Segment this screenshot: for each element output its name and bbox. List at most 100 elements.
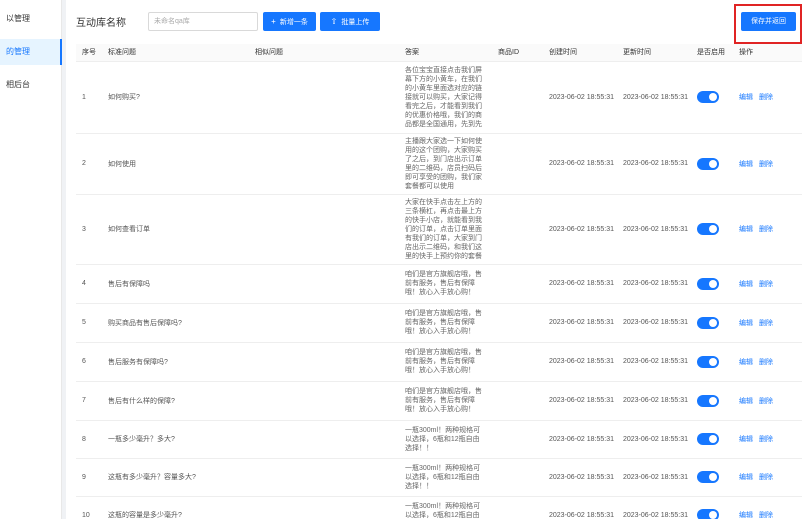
table-row: 3 如何查看订单 大家在快手点击左上方的三条横杠，再点击最上方的快手小店，就能看到我…: [76, 194, 802, 265]
row-created: 2023-06-02 18:55:31: [543, 496, 617, 519]
enabled-toggle[interactable]: [697, 157, 719, 170]
delete-link[interactable]: 删除: [759, 281, 773, 288]
row-answer: 一瓶300ml！两种规格可以选择，6瓶和12瓶自由选择！！: [405, 464, 481, 490]
header-product-id: 商品ID: [492, 44, 543, 62]
row-question: 购买商品有售后保障吗?: [102, 303, 249, 343]
table-row: 1 如何购买? 各位宝宝直接点击我们屏幕下方的小黄车，在我们的小黄车里面选对应的链接…: [76, 61, 802, 134]
library-name-label: 互动库名称: [76, 18, 126, 29]
row-created: 2023-06-02 18:55:31: [543, 342, 617, 382]
table-row: 6 售后服务有保障吗? 咱们是官方旗舰店哦，售前有服务，售后有保障哦！放心入手放心购…: [76, 342, 802, 382]
sidebar-item-1[interactable]: 以管理: [0, 6, 62, 32]
edit-link[interactable]: 编辑: [739, 281, 753, 288]
enabled-toggle[interactable]: [697, 509, 719, 519]
delete-link[interactable]: 删除: [759, 398, 773, 405]
sidebar-item-3[interactable]: 相后台: [0, 72, 62, 98]
row-actions: 编辑 删除: [733, 303, 802, 343]
table-row: 4 售后有保障吗 咱们是官方旗舰店哦，售前有服务，售后有保障哦！放心入手放心购！ 20…: [76, 264, 802, 304]
row-answer: 各位宝宝直接点击我们屏幕下方的小黄车，在我们的小黄车里面选对应的链接就可以购买，…: [405, 66, 482, 128]
toolbar: 互动库名称 +新增一条 ⇧批量上传 保存并返回: [66, 0, 804, 44]
edit-link[interactable]: 编辑: [739, 320, 753, 327]
row-answer-cell: 大家在快手点击左上方的三条横杠，再点击最上方的快手小店，就能看到我们的订单，点击…: [399, 194, 492, 265]
row-product-id: [492, 342, 543, 382]
edit-link[interactable]: 编辑: [739, 94, 753, 101]
edit-link[interactable]: 编辑: [739, 161, 753, 168]
header-enabled: 是否启用: [691, 44, 733, 62]
row-product-id: [492, 458, 543, 497]
row-actions: 编辑 删除: [733, 61, 802, 134]
row-created: 2023-06-02 18:55:31: [543, 194, 617, 265]
row-index: 7: [76, 381, 102, 421]
enabled-toggle[interactable]: [697, 471, 719, 483]
delete-link[interactable]: 删除: [759, 474, 773, 481]
header-created: 创建时间: [543, 44, 617, 62]
row-index: 3: [76, 194, 102, 265]
edit-link[interactable]: 编辑: [739, 436, 753, 443]
enabled-toggle[interactable]: [697, 223, 719, 235]
row-actions: 编辑 删除: [733, 381, 802, 421]
row-index: 2: [76, 133, 102, 195]
row-question: 如何使用: [102, 133, 249, 195]
delete-link[interactable]: 删除: [759, 94, 773, 101]
row-enabled-cell: [691, 61, 733, 134]
delete-link[interactable]: 删除: [759, 320, 773, 327]
row-actions: 编辑 删除: [733, 133, 802, 195]
plus-icon: +: [271, 17, 276, 26]
edit-link[interactable]: 编辑: [739, 226, 753, 233]
header-index: 序号: [76, 44, 102, 62]
sidebar-item-2-active[interactable]: 的管理: [0, 39, 62, 65]
row-answer-cell: 一瓶300ml！两种规格可以选择，6瓶和12瓶自由选择！！: [399, 458, 492, 497]
row-product-id: [492, 264, 543, 304]
row-enabled-cell: [691, 496, 733, 519]
row-answer-cell: 咱们是官方旗舰店哦，售前有服务，售后有保障哦！放心入手放心购！: [399, 381, 492, 421]
row-created: 2023-06-02 18:55:31: [543, 61, 617, 134]
delete-link[interactable]: 删除: [759, 161, 773, 168]
row-actions: 编辑 删除: [733, 194, 802, 265]
edit-link[interactable]: 编辑: [739, 359, 753, 366]
row-similar: [249, 496, 399, 519]
delete-link[interactable]: 删除: [759, 359, 773, 366]
enabled-toggle[interactable]: [697, 91, 719, 103]
batch-upload-label: 批量上传: [341, 19, 370, 26]
row-product-id: [492, 194, 543, 265]
row-updated: 2023-06-02 18:55:31: [617, 303, 691, 343]
delete-link[interactable]: 删除: [759, 512, 773, 519]
enabled-toggle[interactable]: [697, 316, 719, 329]
row-enabled-cell: [691, 420, 733, 459]
row-actions: 编辑 删除: [733, 496, 802, 519]
row-question: 如何查看订单: [102, 194, 249, 265]
row-updated: 2023-06-02 18:55:31: [617, 264, 691, 304]
enabled-toggle[interactable]: [697, 355, 719, 368]
row-similar: [249, 194, 399, 265]
row-answer: 一瓶300ml！两种规格可以选择，6瓶和12瓶自由选择！！: [405, 502, 481, 519]
enabled-toggle[interactable]: [697, 433, 719, 445]
row-question: 售后服务有保障吗?: [102, 342, 249, 382]
row-enabled-cell: [691, 342, 733, 382]
row-answer: 咱们是官方旗舰店哦，售前有服务，售后有保障哦！放心入手放心购！: [405, 271, 482, 296]
row-updated: 2023-06-02 18:55:31: [617, 194, 691, 265]
table-row: 9 这瓶有多少毫升？容量多大? 一瓶300ml！两种规格可以选择，6瓶和12瓶自由选…: [76, 458, 802, 497]
row-updated: 2023-06-02 18:55:31: [617, 61, 691, 134]
row-answer-cell: 咱们是官方旗舰店哦，售前有服务，售后有保障哦！放心入手放心购！: [399, 264, 492, 304]
edit-link[interactable]: 编辑: [739, 474, 753, 481]
row-answer-cell: 各位宝宝直接点击我们屏幕下方的小黄车，在我们的小黄车里面选对应的链接就可以购买，…: [399, 61, 492, 134]
delete-link[interactable]: 删除: [759, 226, 773, 233]
delete-link[interactable]: 删除: [759, 436, 773, 443]
row-product-id: [492, 133, 543, 195]
row-updated: 2023-06-02 18:55:31: [617, 381, 691, 421]
row-index: 6: [76, 342, 102, 382]
enabled-toggle[interactable]: [697, 394, 719, 407]
new-item-button[interactable]: + 新增一条: [263, 12, 316, 31]
batch-upload-button[interactable]: ⇧ 批量上传: [320, 12, 380, 31]
edit-link[interactable]: 编辑: [739, 512, 753, 519]
enabled-toggle[interactable]: [697, 277, 719, 290]
row-question: 如何购买?: [102, 61, 249, 134]
row-actions: 编辑 删除: [733, 458, 802, 497]
save-return-button[interactable]: 保存并返回: [741, 12, 796, 31]
edit-link[interactable]: 编辑: [739, 398, 753, 405]
table-row: 10这瓶的容量是多少毫升? 一瓶300ml！两种规格可以选择，6瓶和12瓶自由选择…: [76, 496, 802, 519]
row-enabled-cell: [691, 264, 733, 304]
table-row: 2 如何使用 主播跟大家选一下如何使用的这个团购，大家购买了之后，到门店出示订单里的…: [76, 133, 802, 195]
row-created: 2023-06-02 18:55:31: [543, 381, 617, 421]
library-name-input[interactable]: [148, 12, 258, 31]
row-created: 2023-06-02 18:55:31: [543, 264, 617, 304]
